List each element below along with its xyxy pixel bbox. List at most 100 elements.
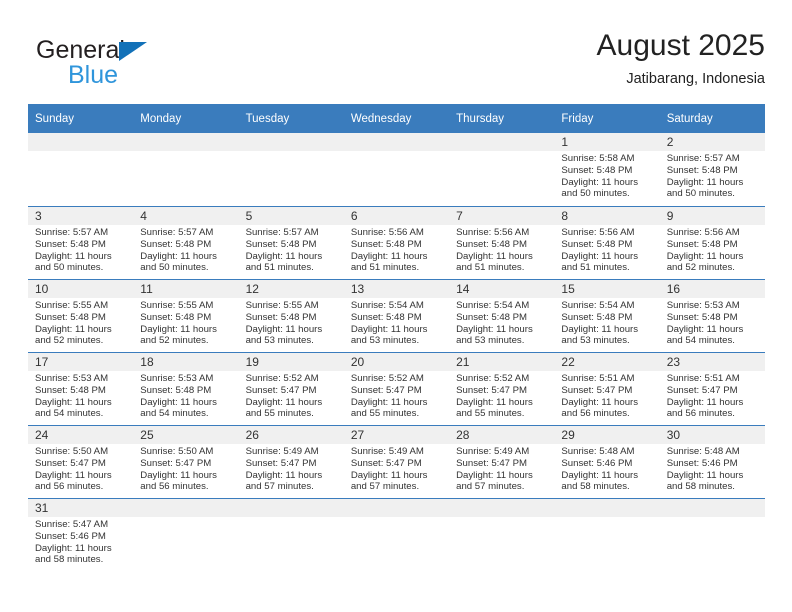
weekday-header-tuesday: Tuesday bbox=[238, 104, 344, 133]
calendar-cell-day[interactable]: 11 Sunrise: 5:55 AM Sunset: 5:48 PM Dayligh… bbox=[133, 279, 239, 353]
sunset-text: Sunset: 5:48 PM bbox=[456, 238, 528, 250]
sunset-text: Sunset: 5:46 PM bbox=[35, 530, 106, 542]
day-details: Sunrise: 5:56 AM Sunset: 5:48 PM Daylight:… bbox=[554, 225, 659, 274]
empty-cell-body bbox=[659, 517, 765, 572]
daylight-text: Daylight: 11 hours and 57 minutes. bbox=[350, 469, 428, 493]
sunset-text: Sunset: 5:47 PM bbox=[561, 384, 633, 396]
daylight-text: Daylight: 11 hours and 50 minutes. bbox=[666, 176, 744, 200]
calendar-cell-empty bbox=[238, 133, 344, 207]
page-title: August 2025 bbox=[596, 29, 765, 62]
sunrise-text: Sunrise: 5:53 AM bbox=[140, 373, 214, 384]
day-details: Sunrise: 5:53 AM Sunset: 5:48 PM Daylight:… bbox=[133, 371, 238, 420]
sunrise-text: Sunrise: 5:51 AM bbox=[666, 373, 740, 384]
sunrise-text: Sunrise: 5:48 AM bbox=[561, 446, 635, 457]
sunrise-text: Sunrise: 5:56 AM bbox=[350, 227, 424, 238]
day-details: Sunrise: 5:50 AM Sunset: 5:47 PM Daylight:… bbox=[28, 444, 133, 493]
day-details: Sunrise: 5:57 AM Sunset: 5:48 PM Daylight:… bbox=[660, 151, 765, 200]
calendar-cell-day[interactable]: 8 Sunrise: 5:56 AM Sunset: 5:48 PM Daylight… bbox=[554, 206, 660, 280]
sunset-text: Sunset: 5:48 PM bbox=[666, 164, 738, 176]
calendar-cell-day[interactable]: 20 Sunrise: 5:52 AM Sunset: 5:47 PM Dayligh… bbox=[343, 352, 450, 426]
calendar-cell-day[interactable]: 30 Sunrise: 5:48 AM Sunset: 5:46 PM Dayligh… bbox=[659, 425, 765, 499]
sunrise-text: Sunrise: 5:56 AM bbox=[561, 227, 635, 238]
daylight-text: Daylight: 11 hours and 50 minutes. bbox=[561, 176, 639, 200]
sunset-text: Sunset: 5:48 PM bbox=[245, 238, 317, 250]
calendar-cell-day[interactable]: 12 Sunrise: 5:55 AM Sunset: 5:48 PM Dayligh… bbox=[238, 279, 344, 353]
sunrise-text: Sunrise: 5:57 AM bbox=[666, 153, 740, 164]
day-number: 24 bbox=[28, 426, 134, 444]
sunrise-text: Sunrise: 5:47 AM bbox=[35, 519, 109, 530]
calendar-cell-day[interactable]: 14 Sunrise: 5:54 AM Sunset: 5:48 PM Dayligh… bbox=[449, 279, 555, 353]
day-details: Sunrise: 5:55 AM Sunset: 5:48 PM Daylight:… bbox=[133, 298, 238, 347]
calendar-cell-day[interactable]: 18 Sunrise: 5:53 AM Sunset: 5:48 PM Dayligh… bbox=[133, 352, 239, 426]
calendar-cell-day[interactable]: 4 Sunrise: 5:57 AM Sunset: 5:48 PM Daylight… bbox=[133, 206, 239, 280]
sunset-text: Sunset: 5:48 PM bbox=[245, 311, 317, 323]
calendar-cell-day[interactable]: 10 Sunrise: 5:55 AM Sunset: 5:48 PM Dayligh… bbox=[28, 279, 134, 353]
day-number: 5 bbox=[238, 207, 344, 225]
daylight-text: Daylight: 11 hours and 52 minutes. bbox=[35, 323, 112, 347]
calendar-cell-day[interactable]: 13 Sunrise: 5:54 AM Sunset: 5:48 PM Dayligh… bbox=[343, 279, 450, 353]
daylight-text: Daylight: 11 hours and 55 minutes. bbox=[456, 396, 533, 420]
calendar-cell-day[interactable]: 24 Sunrise: 5:50 AM Sunset: 5:47 PM Dayligh… bbox=[28, 425, 134, 499]
calendar-cell-day[interactable]: 7 Sunrise: 5:56 AM Sunset: 5:48 PM Daylight… bbox=[449, 206, 555, 280]
day-number: 19 bbox=[238, 353, 344, 371]
day-details: Sunrise: 5:54 AM Sunset: 5:48 PM Daylight:… bbox=[344, 298, 449, 347]
calendar-week-row: 24 Sunrise: 5:50 AM Sunset: 5:47 PM Dayligh… bbox=[28, 425, 765, 499]
day-number: 23 bbox=[659, 353, 765, 371]
calendar-cell-day[interactable]: 25 Sunrise: 5:50 AM Sunset: 5:47 PM Dayligh… bbox=[133, 425, 239, 499]
day-number: 16 bbox=[659, 280, 765, 298]
day-details: Sunrise: 5:49 AM Sunset: 5:47 PM Daylight:… bbox=[449, 444, 554, 493]
calendar-cell-day[interactable]: 2 Sunrise: 5:57 AM Sunset: 5:48 PM Daylight… bbox=[659, 133, 765, 207]
sunset-text: Sunset: 5:48 PM bbox=[35, 311, 106, 323]
day-number: 11 bbox=[133, 280, 239, 298]
general-blue-logo[interactable]: General Blue bbox=[36, 36, 276, 92]
sunset-text: Sunset: 5:47 PM bbox=[350, 384, 422, 396]
day-number: 1 bbox=[554, 133, 660, 151]
calendar-cell-day[interactable]: 31 Sunrise: 5:47 AM Sunset: 5:46 PM Dayligh… bbox=[28, 498, 134, 584]
day-number: 4 bbox=[133, 207, 239, 225]
day-number: 13 bbox=[343, 280, 450, 298]
daylight-text: Daylight: 11 hours and 53 minutes. bbox=[245, 323, 323, 347]
day-number: 28 bbox=[449, 426, 555, 444]
calendar-cell-day[interactable]: 15 Sunrise: 5:54 AM Sunset: 5:48 PM Dayligh… bbox=[554, 279, 660, 353]
sunrise-text: Sunrise: 5:57 AM bbox=[140, 227, 214, 238]
calendar-cell-day[interactable]: 5 Sunrise: 5:57 AM Sunset: 5:48 PM Daylight… bbox=[238, 206, 344, 280]
day-details: Sunrise: 5:52 AM Sunset: 5:47 PM Daylight:… bbox=[449, 371, 554, 420]
calendar-cell-day[interactable]: 28 Sunrise: 5:49 AM Sunset: 5:47 PM Dayligh… bbox=[449, 425, 555, 499]
sunrise-text: Sunrise: 5:52 AM bbox=[350, 373, 424, 384]
day-details: Sunrise: 5:56 AM Sunset: 5:48 PM Daylight:… bbox=[449, 225, 554, 274]
location-subtitle: Jatibarang, Indonesia bbox=[626, 71, 765, 87]
day-number: 10 bbox=[28, 280, 134, 298]
day-details: Sunrise: 5:56 AM Sunset: 5:48 PM Daylight:… bbox=[344, 225, 449, 274]
calendar-cell-empty bbox=[449, 498, 555, 584]
calendar-cell-day[interactable]: 26 Sunrise: 5:49 AM Sunset: 5:47 PM Dayligh… bbox=[238, 425, 344, 499]
calendar-cell-empty bbox=[449, 133, 555, 207]
sunset-text: Sunset: 5:48 PM bbox=[35, 384, 106, 396]
calendar-cell-day[interactable]: 3 Sunrise: 5:57 AM Sunset: 5:48 PM Daylight… bbox=[28, 206, 134, 280]
day-number bbox=[554, 499, 660, 517]
calendar-cell-day[interactable]: 16 Sunrise: 5:53 AM Sunset: 5:48 PM Dayligh… bbox=[659, 279, 765, 353]
calendar-cell-day[interactable]: 21 Sunrise: 5:52 AM Sunset: 5:47 PM Dayligh… bbox=[449, 352, 555, 426]
sunrise-text: Sunrise: 5:49 AM bbox=[350, 446, 424, 457]
daylight-text: Daylight: 11 hours and 58 minutes. bbox=[561, 469, 639, 493]
calendar-cell-day[interactable]: 1 Sunrise: 5:58 AM Sunset: 5:48 PM Daylight… bbox=[554, 133, 660, 207]
daylight-text: Daylight: 11 hours and 53 minutes. bbox=[456, 323, 533, 347]
calendar-cell-day[interactable]: 17 Sunrise: 5:53 AM Sunset: 5:48 PM Dayligh… bbox=[28, 352, 134, 426]
calendar-cell-day[interactable]: 19 Sunrise: 5:52 AM Sunset: 5:47 PM Dayligh… bbox=[238, 352, 344, 426]
daylight-text: Daylight: 11 hours and 56 minutes. bbox=[561, 396, 639, 420]
day-details: Sunrise: 5:57 AM Sunset: 5:48 PM Daylight:… bbox=[28, 225, 133, 274]
calendar-cell-day[interactable]: 27 Sunrise: 5:49 AM Sunset: 5:47 PM Dayligh… bbox=[343, 425, 450, 499]
calendar-cell-day[interactable]: 9 Sunrise: 5:56 AM Sunset: 5:48 PM Daylight… bbox=[659, 206, 765, 280]
day-details: Sunrise: 5:53 AM Sunset: 5:48 PM Daylight:… bbox=[660, 298, 765, 347]
sunrise-text: Sunrise: 5:49 AM bbox=[245, 446, 319, 457]
sunset-text: Sunset: 5:48 PM bbox=[666, 238, 738, 250]
sunrise-text: Sunrise: 5:54 AM bbox=[561, 300, 635, 311]
calendar-cell-day[interactable]: 23 Sunrise: 5:51 AM Sunset: 5:47 PM Dayligh… bbox=[659, 352, 765, 426]
calendar-cell-empty bbox=[343, 133, 450, 207]
calendar-cell-day[interactable]: 22 Sunrise: 5:51 AM Sunset: 5:47 PM Dayligh… bbox=[554, 352, 660, 426]
calendar-cell-day[interactable]: 29 Sunrise: 5:48 AM Sunset: 5:46 PM Dayligh… bbox=[554, 425, 660, 499]
weekday-header-wednesday: Wednesday bbox=[343, 104, 450, 133]
calendar-cell-empty bbox=[28, 133, 134, 207]
sunrise-text: Sunrise: 5:49 AM bbox=[456, 446, 530, 457]
calendar-cell-day[interactable]: 6 Sunrise: 5:56 AM Sunset: 5:48 PM Daylight… bbox=[343, 206, 450, 280]
day-number bbox=[449, 499, 555, 517]
